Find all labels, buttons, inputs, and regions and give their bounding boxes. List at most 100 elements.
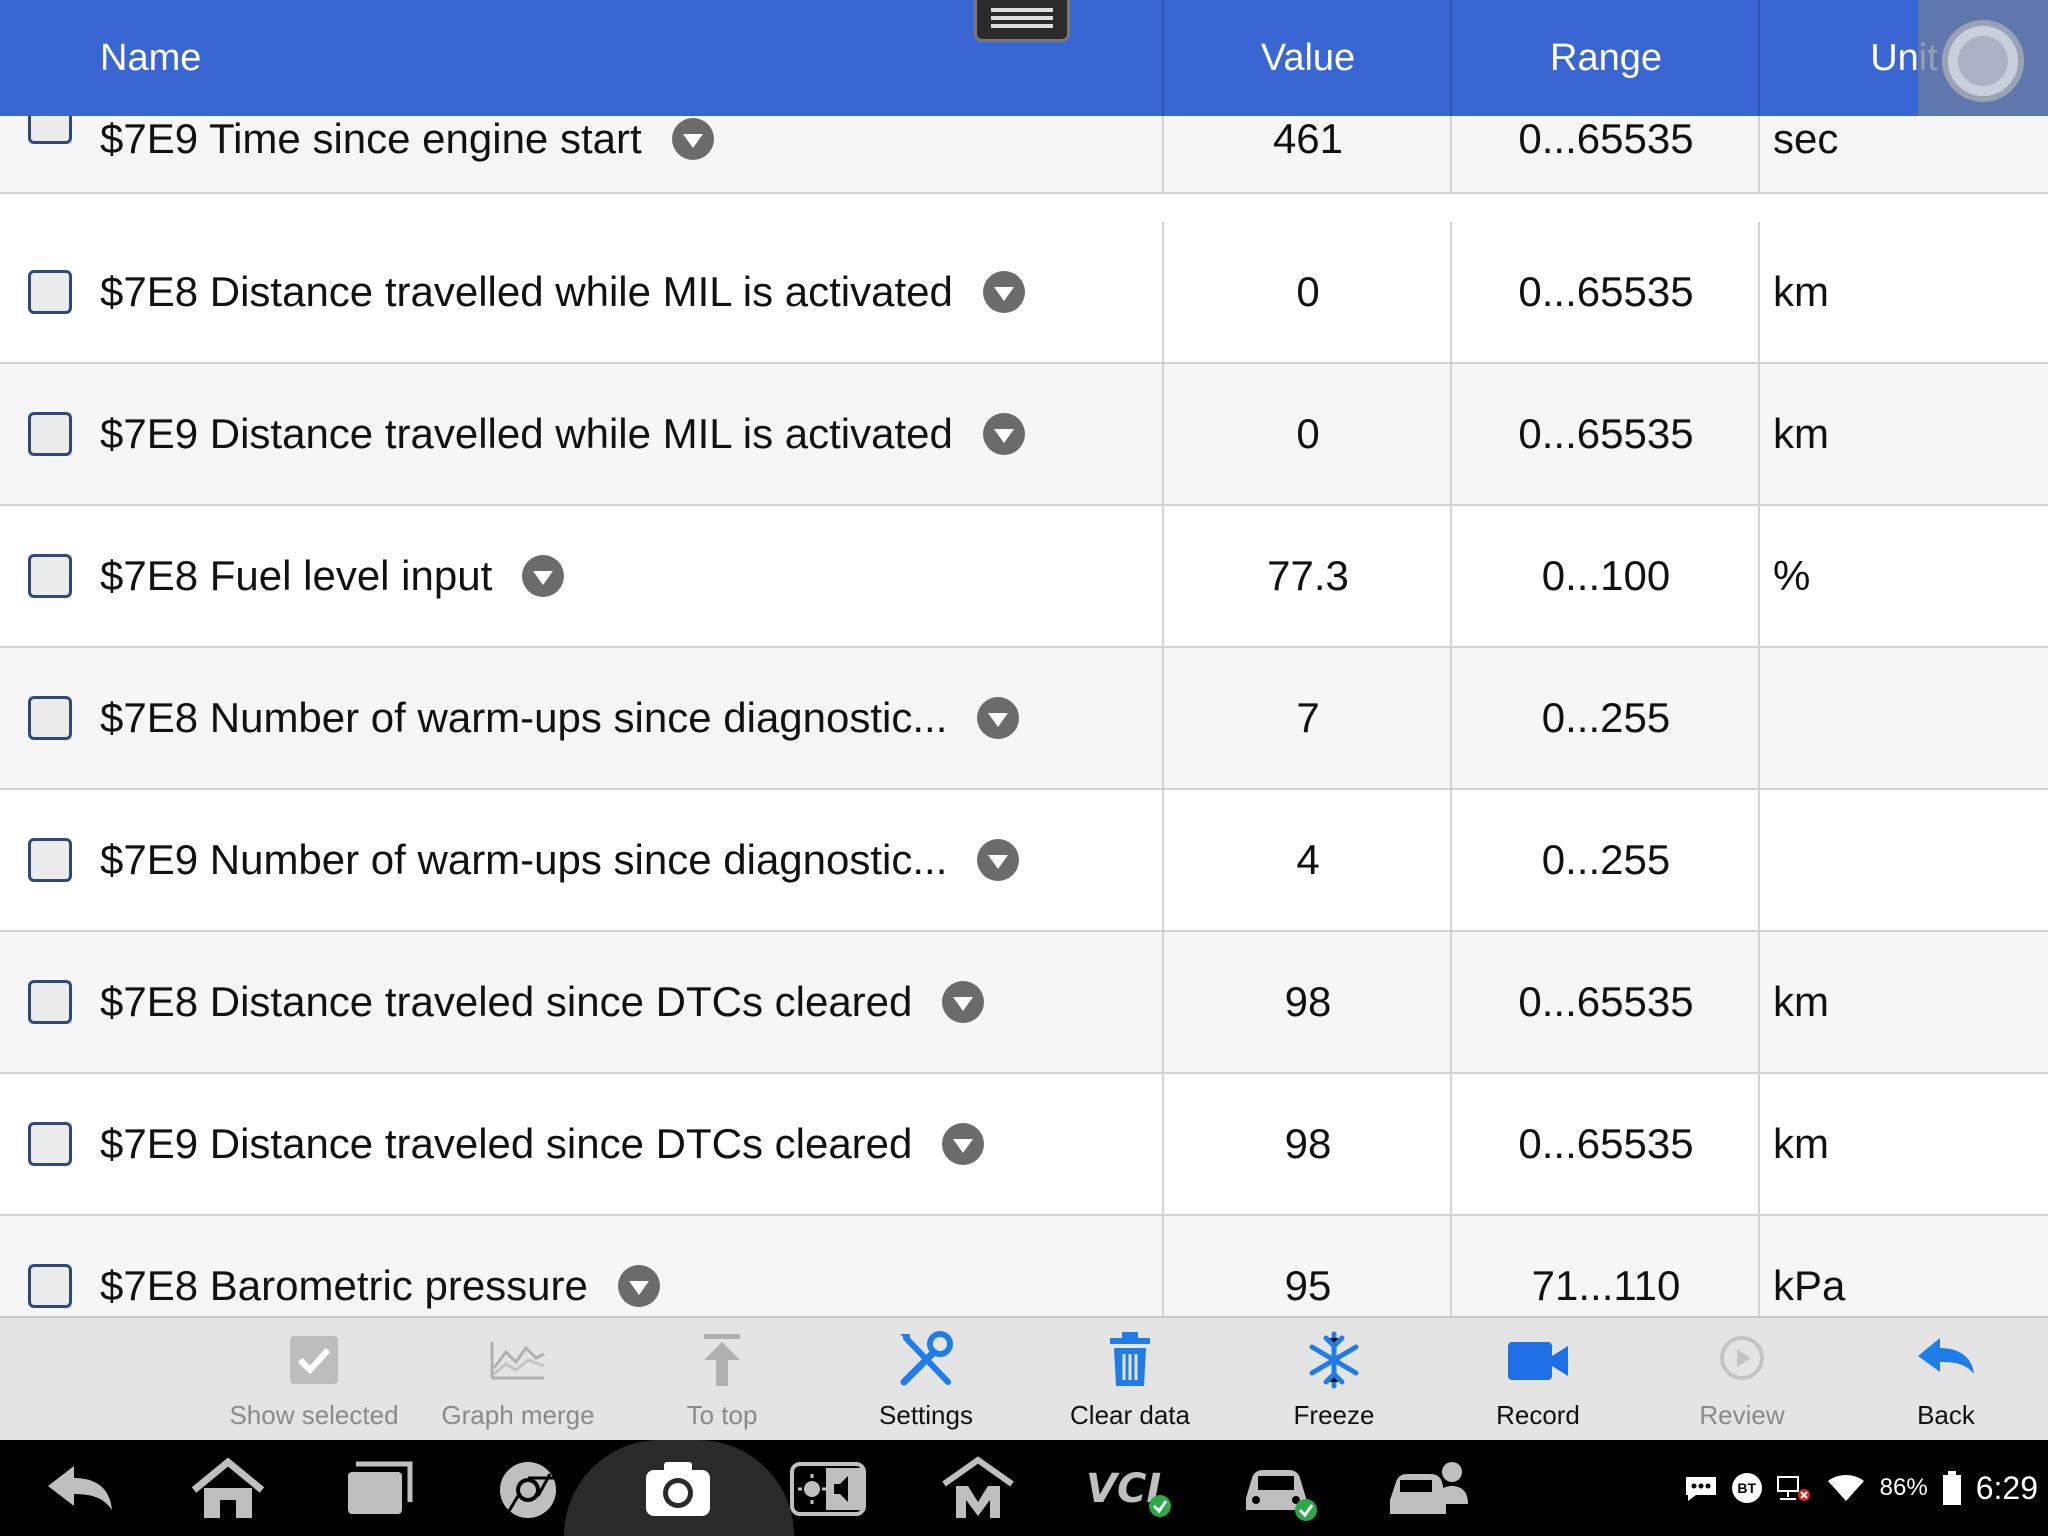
table-row[interactable]: $7E9 Distance traveled since DTCs cleare… [0,1074,2048,1216]
vci-connected-icon: VCI [1086,1466,1171,1517]
maxifix-button[interactable] [938,1454,1018,1524]
row-checkbox[interactable] [28,412,72,456]
expand-arrow-icon[interactable] [977,697,1020,739]
checkbox-icon [290,1336,338,1384]
brightness-volume-button[interactable] [788,1454,868,1524]
battery-icon [1942,1471,1961,1505]
parameter-range: 0...65535 [1518,1120,1694,1167]
parameter-range: 0...65535 [1518,116,1694,162]
freeze-button[interactable]: Freeze [1244,1318,1424,1440]
remote-expert-button[interactable] [1386,1454,1476,1524]
table-row[interactable]: $7E9 Distance travelled while MIL is act… [0,364,2048,506]
vci-status-button[interactable]: VCI [1086,1454,1176,1524]
floating-assist-button[interactable] [1918,0,2048,128]
row-checkbox[interactable] [28,980,72,1024]
parameter-unit: km [1773,1120,1829,1167]
parameter-unit: kPa [1773,1262,1846,1309]
parameter-name: $7E9 Distance traveled since DTCs cleare… [100,1074,1140,1214]
settings-button[interactable]: Settings [836,1318,1016,1440]
back-button[interactable]: Back [1856,1318,2036,1440]
parameter-value: 0 [1296,410,1320,457]
system-home-button[interactable] [188,1454,268,1524]
browser-button[interactable] [488,1454,568,1524]
parameter-range: 0...65535 [1518,268,1694,315]
column-header-value[interactable]: Value [1164,0,1452,116]
table-row[interactable]: $7E8 Distance travelled while MIL is act… [0,222,2048,364]
show-selected-button[interactable]: Show selected [224,1318,404,1440]
clock: 6:29 [1975,1469,2038,1506]
row-checkbox[interactable] [28,838,72,882]
trash-icon [1110,1332,1150,1386]
car-user-icon [1390,1462,1468,1514]
parameter-value: 461 [1272,116,1344,162]
parameter-name: $7E8 Distance traveled since DTCs cleare… [100,932,1140,1072]
parameter-unit: km [1773,410,1829,457]
battery-percent: 86% [1879,1474,1928,1501]
arrow-up-to-top-icon [704,1334,740,1386]
system-back-button[interactable] [40,1454,120,1524]
expand-arrow-icon[interactable] [671,118,714,160]
parameter-name: $7E8 Number of warm-ups since diagnostic… [100,648,1140,788]
table-row[interactable]: $7E9 Number of warm-ups since diagnostic… [0,790,2048,932]
parameter-name: $7E9 Time since engine start [100,116,1140,192]
row-checkbox[interactable] [28,1264,72,1308]
column-header-range[interactable]: Range [1452,0,1760,116]
home-icon [191,1457,265,1518]
parameter-unit: km [1773,978,1829,1025]
parameter-name: $7E8 Barometric pressure [100,1216,1140,1316]
column-header-name[interactable]: Name [100,0,201,116]
system-navigation-bar: VCI BT 86% 6:29 [0,1440,2048,1536]
table-row[interactable]: $7E8 Barometric pressure 95 71...110 kPa [0,1216,2048,1316]
parameter-value: 0 [1296,268,1320,315]
camera-icon [646,1462,710,1516]
expand-arrow-icon[interactable] [977,839,1020,881]
data-stream-table[interactable]: $7E9 Time since engine start 461 0...655… [0,116,2048,1316]
parameter-name: $7E9 Distance travelled while MIL is act… [100,364,1140,504]
parameter-name: $7E8 Fuel level input [100,506,1140,646]
brightness-volume-icon [790,1462,866,1516]
bluetooth-badge: BT [1731,1473,1762,1503]
play-circle-icon [1720,1336,1764,1380]
snowflake-icon [1309,1331,1359,1389]
parameter-range: 0...65535 [1518,978,1694,1025]
expand-arrow-icon[interactable] [982,413,1025,455]
screenshot-button[interactable] [638,1454,718,1524]
table-row[interactable]: $7E8 Number of warm-ups since diagnostic… [0,648,2048,790]
table-row[interactable]: $7E8 Distance traveled since DTCs cleare… [0,932,2048,1074]
back-icon [48,1466,112,1510]
review-button[interactable]: Review [1652,1318,1832,1440]
expand-arrow-icon[interactable] [942,1123,985,1165]
expand-arrow-icon[interactable] [942,981,985,1023]
recent-apps-button[interactable] [338,1454,418,1524]
row-checkbox[interactable] [28,554,72,598]
graph-merge-button[interactable]: Graph merge [428,1318,608,1440]
parameter-name: $7E8 Distance travelled while MIL is act… [100,222,1140,362]
video-camera-icon [1508,1342,1568,1380]
tools-icon [900,1331,953,1386]
parameter-value: 98 [1284,1120,1332,1167]
clear-data-button[interactable]: Clear data [1040,1318,1220,1440]
row-checkbox[interactable] [28,270,72,314]
row-checkbox[interactable] [28,1122,72,1166]
row-checkbox[interactable] [28,116,72,144]
expand-arrow-icon[interactable] [617,1265,660,1307]
parameter-unit: % [1773,552,1811,599]
to-top-button[interactable]: To top [632,1318,812,1440]
row-checkbox[interactable] [28,696,72,740]
parameter-unit: sec [1773,116,1839,162]
bottom-toolbar: Show selected Graph merge To top Setting… [0,1316,2048,1440]
expand-arrow-icon[interactable] [522,555,565,597]
parameter-range: 71...110 [1531,1262,1681,1309]
pull-down-handle[interactable] [974,0,1070,42]
wifi-icon [1827,1475,1864,1501]
expand-arrow-icon[interactable] [982,271,1025,313]
parameter-range: 0...65535 [1518,410,1694,457]
table-row[interactable]: $7E9 Time since engine start 461 0...655… [0,116,2048,194]
parameter-value: 98 [1284,978,1332,1025]
table-row[interactable]: $7E8 Fuel level input 77.3 0...100 % [0,506,2048,648]
recent-apps-icon [348,1461,413,1514]
network-error-icon [1776,1476,1810,1501]
record-button[interactable]: Record [1448,1318,1628,1440]
parameter-range: 0...100 [1541,552,1671,599]
vehicle-connection-button[interactable] [1238,1454,1318,1524]
